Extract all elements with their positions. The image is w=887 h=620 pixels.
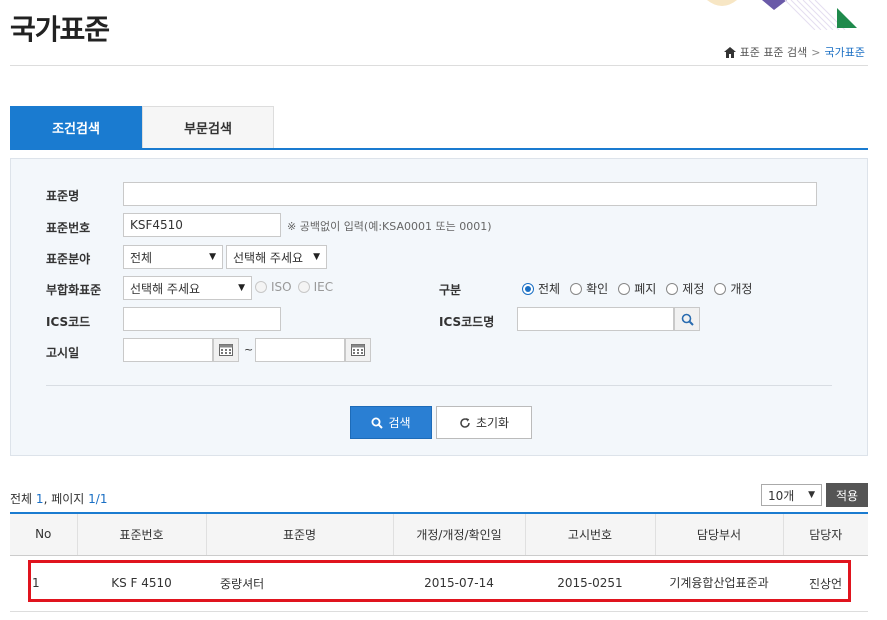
notice-date-to-input[interactable] [255, 338, 345, 362]
apply-button[interactable]: 적용 [826, 483, 868, 507]
standard-number-input[interactable] [123, 213, 281, 237]
ics-search-button[interactable] [674, 307, 700, 331]
col-notice-number: 고시번호 [524, 512, 655, 556]
standard-field-select-value: 전체 [130, 250, 153, 265]
breadcrumb-current[interactable]: 국가표준 [825, 44, 865, 60]
cell-notice-number: 2015-0251 [525, 555, 655, 612]
decorative-graphic [707, 0, 857, 30]
cell-standard-number[interactable]: KS F 4510 [77, 555, 206, 612]
radio-iso[interactable] [255, 281, 267, 293]
radio-all[interactable] [522, 282, 534, 295]
breadcrumb-separator: > [811, 45, 821, 59]
search-button[interactable]: 검색 [350, 406, 432, 439]
ics-code-name-label: ICS코드명 [439, 315, 495, 329]
results-table: No 표준번호 표준명 개정/개정/확인일 고시번호 담당부서 담당자 1 KS… [10, 512, 868, 612]
search-panel: 표준명 표준번호 ※ 공백없이 입력(예:KSA0001 또는 0001) 표준… [10, 158, 868, 456]
radio-abolish-label: 폐지 [634, 282, 657, 296]
radio-iec-label: IEC [313, 280, 334, 294]
magnifier-icon [681, 313, 694, 326]
radio-iso-label: ISO [271, 280, 292, 294]
radio-iec[interactable] [297, 281, 310, 293]
radio-confirm-label: 확인 [586, 282, 609, 296]
ics-code-input[interactable] [123, 307, 281, 331]
cell-standard-name[interactable]: 중량셔터 [206, 555, 393, 612]
divider [10, 65, 868, 66]
panel-divider [46, 385, 832, 386]
radio-establish[interactable] [666, 282, 679, 295]
radio-revise[interactable] [714, 282, 727, 295]
home-icon[interactable] [723, 46, 736, 58]
table-row[interactable]: 1 KS F 4510 중량셔터 2015-07-14 2015-0251 기계… [10, 555, 868, 612]
table-header-row: No 표준번호 표준명 개정/개정/확인일 고시번호 담당부서 담당자 [10, 512, 868, 556]
col-standard-number: 표준번호 [76, 512, 206, 556]
harmonized-select-value: 선택해 주세요 [130, 281, 201, 296]
cell-no: 1 [10, 555, 77, 612]
division-label: 구분 [439, 283, 462, 297]
cell-manager: 진상언 [783, 555, 868, 612]
harmonized-label: 부합화표준 [46, 283, 102, 297]
radio-confirm[interactable] [570, 282, 583, 295]
chevron-down-icon: ▼ [238, 283, 245, 293]
standard-number-hint: ※ 공백없이 입력(예:KSA0001 또는 0001) [287, 220, 492, 233]
col-manager: 담당자 [782, 512, 868, 556]
summary-total: 1 [35, 492, 44, 506]
summary-page: 1/1 [88, 492, 108, 506]
tab-underline [10, 148, 868, 150]
cell-revision-date: 2015-07-14 [393, 555, 525, 612]
reset-button-label: 초기화 [475, 416, 510, 430]
chevron-down-icon: ▼ [313, 252, 320, 262]
col-no: No [10, 512, 77, 556]
page-size-value: 10개 [768, 488, 795, 503]
reset-button[interactable]: 초기화 [436, 406, 532, 439]
notice-date-from-input[interactable] [123, 338, 213, 362]
breadcrumb: 표준 표준 검색 > 국가표준 [723, 44, 865, 60]
tab-section-search[interactable]: 부문검색 [142, 106, 274, 148]
standard-number-label: 표준번호 [46, 221, 91, 235]
date-separator: ~ [244, 343, 254, 356]
standard-subfield-select[interactable]: 선택해 주세요 ▼ [226, 245, 327, 269]
ics-code-label: ICS코드 [46, 315, 91, 329]
radio-abolish[interactable] [618, 282, 631, 295]
result-summary: 전체 1, 페이지 1/1 [10, 490, 107, 507]
chevron-down-icon: ▼ [808, 490, 815, 500]
chevron-down-icon: ▼ [209, 252, 216, 262]
col-department: 담당부서 [654, 512, 783, 556]
harmonized-select[interactable]: 선택해 주세요 ▼ [123, 276, 252, 300]
calendar-from-button[interactable] [213, 338, 239, 362]
calendar-to-button[interactable] [345, 338, 371, 362]
search-tabs: 조건검색 부문검색 [10, 106, 274, 148]
radio-establish-label: 제정 [682, 282, 705, 296]
summary-page-label: , 페이지 [43, 492, 85, 506]
division-options: 전체 확인 폐지 제정 개정 [522, 280, 752, 297]
tab-condition-search[interactable]: 조건검색 [10, 106, 142, 148]
ics-code-name-input[interactable] [517, 307, 674, 331]
standard-subfield-select-value: 선택해 주세요 [233, 250, 304, 265]
page-title: 국가표준 [10, 13, 110, 46]
calendar-icon [351, 344, 365, 356]
col-standard-name: 표준명 [205, 512, 393, 556]
refresh-icon [460, 417, 470, 428]
breadcrumb-item[interactable]: 표준 표준 검색 [740, 44, 808, 60]
radio-revise-label: 개정 [730, 282, 753, 296]
page-size-select[interactable]: 10개 ▼ [761, 484, 822, 506]
standard-field-select[interactable]: 전체 ▼ [123, 245, 223, 269]
calendar-icon [219, 344, 233, 356]
standard-name-input[interactable] [123, 182, 817, 206]
summary-total-label: 전체 [10, 492, 33, 506]
search-icon [371, 417, 384, 429]
notice-date-label: 고시일 [46, 346, 80, 360]
search-button-label: 검색 [388, 416, 411, 430]
harmonized-options: ISO IEC [255, 280, 333, 294]
standard-field-label: 표준분야 [46, 252, 91, 266]
standard-name-label: 표준명 [46, 189, 80, 203]
radio-all-label: 전체 [538, 282, 561, 296]
col-revision-date: 개정/개정/확인일 [392, 512, 525, 556]
cell-department: 기계융합산업표준과 [655, 555, 783, 612]
